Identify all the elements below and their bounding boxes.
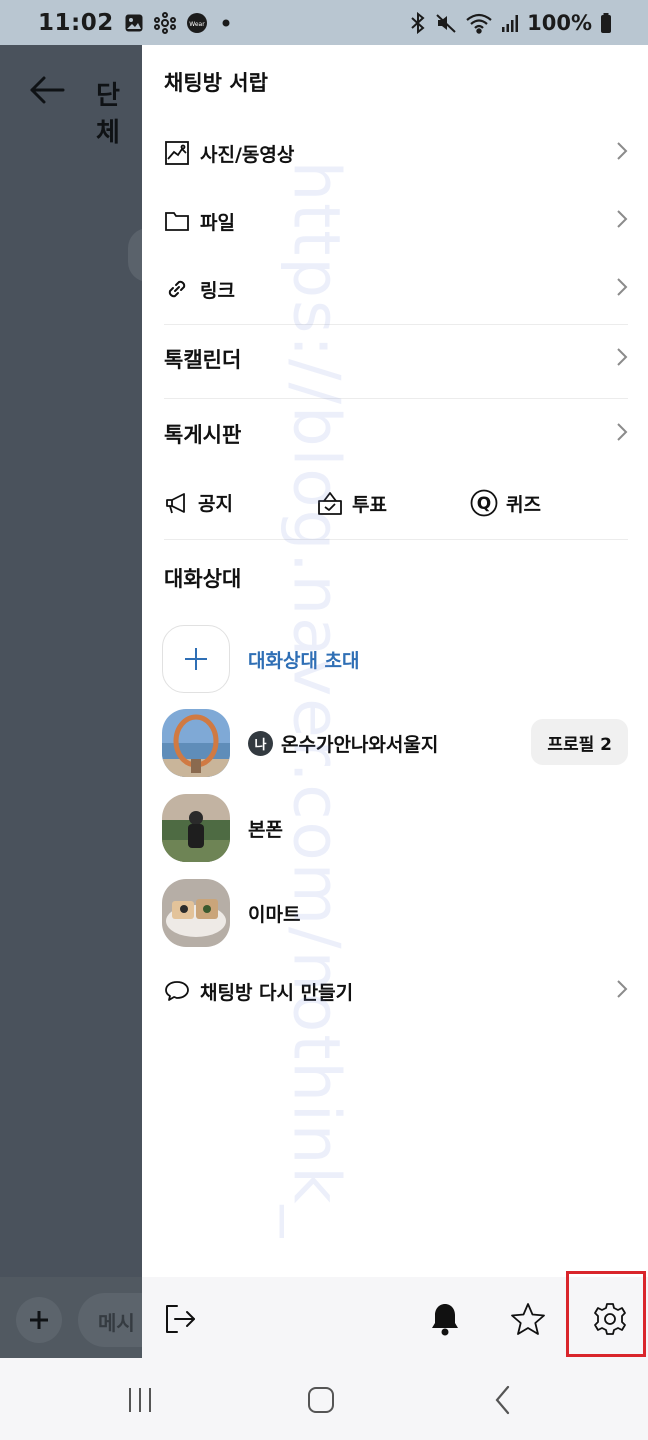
chevron-right-icon <box>616 347 628 371</box>
menu-label: 사진/동영상 <box>200 143 295 166</box>
avatar <box>162 879 230 947</box>
chat-input-bar: 메시 <box>0 1277 168 1358</box>
status-bar: 11:02 Wear 100% <box>0 0 648 45</box>
back-arrow-icon[interactable] <box>28 75 66 109</box>
menu-talk-calendar[interactable]: 톡캘린더 <box>142 341 648 377</box>
chevron-right-icon <box>616 277 628 301</box>
attach-plus-button[interactable] <box>16 1297 62 1343</box>
favorite-button[interactable] <box>506 1297 550 1341</box>
menu-link[interactable]: 링크 <box>142 271 648 307</box>
profile-switch-button[interactable]: 프로필 2 <box>531 719 628 765</box>
dot-icon <box>222 19 230 27</box>
avatar <box>162 794 230 862</box>
network-icon <box>153 11 176 34</box>
chevron-right-icon <box>616 422 628 446</box>
megaphone-icon <box>164 490 190 516</box>
invite-button[interactable] <box>162 625 230 693</box>
back-button[interactable] <box>481 1380 525 1420</box>
member-row[interactable]: 본폰 <box>162 794 628 862</box>
quick-actions: 공지 투표 Q 퀴즈 <box>142 489 648 533</box>
gallery-icon <box>124 13 144 33</box>
status-left-icons: Wear <box>124 11 230 34</box>
chat-title: 단체 <box>96 81 120 148</box>
mute-icon <box>435 12 457 34</box>
quiz-label: 퀴즈 <box>506 493 541 516</box>
invite-label: 대화상대 초대 <box>248 649 360 672</box>
image-icon <box>164 140 190 166</box>
recreate-label: 채팅방 다시 만들기 <box>200 981 354 1004</box>
speech-bubble-icon <box>164 979 190 1003</box>
battery-icon <box>600 12 612 34</box>
avatar <box>162 709 230 777</box>
signal-icon <box>501 13 519 33</box>
quiz-icon: Q <box>470 489 498 517</box>
notification-button[interactable] <box>423 1297 467 1341</box>
wear-icon: Wear <box>186 12 208 34</box>
system-navbar <box>0 1358 648 1440</box>
chat-background: 단체 메시 <box>0 45 168 1358</box>
chevron-right-icon <box>616 979 628 1003</box>
me-badge: 나 <box>248 730 273 756</box>
notice-button[interactable]: 공지 <box>164 489 233 516</box>
notice-label: 공지 <box>198 493 233 515</box>
wifi-icon <box>465 12 493 34</box>
divider <box>164 539 628 540</box>
chevron-right-icon <box>616 141 628 165</box>
member-name: 나 온수가안나와서울지 <box>248 730 438 757</box>
menu-file[interactable]: 파일 <box>142 203 648 239</box>
recents-icon <box>126 1386 154 1414</box>
vote-button[interactable]: 투표 <box>316 489 387 517</box>
home-icon <box>307 1386 335 1414</box>
battery-percent: 100% <box>527 10 592 35</box>
bluetooth-icon <box>409 11 427 34</box>
divider <box>164 324 628 325</box>
drawer-title: 채팅방 서랍 <box>164 71 268 95</box>
menu-label: 톡캘린더 <box>164 348 242 372</box>
settings-highlight <box>566 1271 646 1357</box>
folder-icon <box>164 209 190 233</box>
status-right-icons: 100% <box>409 11 612 35</box>
drawer-toolbar <box>142 1271 648 1358</box>
member-row-me[interactable]: 나 온수가안나와서울지 프로필 2 <box>162 709 628 777</box>
menu-talk-board[interactable]: 톡게시판 <box>142 416 648 452</box>
exit-icon <box>163 1302 197 1336</box>
recents-button[interactable] <box>118 1380 162 1420</box>
home-button[interactable] <box>299 1380 343 1420</box>
menu-label: 링크 <box>200 279 235 302</box>
quiz-glyph: Q <box>477 494 491 514</box>
back-nav-icon <box>493 1385 513 1415</box>
invite-member-row[interactable]: 대화상대 초대 <box>162 625 628 693</box>
member-name: 본폰 <box>248 818 283 841</box>
quiz-button[interactable]: Q 퀴즈 <box>470 489 541 517</box>
vote-label: 투표 <box>352 493 387 516</box>
bell-icon <box>429 1302 461 1336</box>
exit-button[interactable] <box>158 1297 202 1341</box>
vote-box-icon <box>316 489 344 517</box>
chevron-right-icon <box>616 209 628 233</box>
plus-icon <box>183 646 209 672</box>
star-icon <box>510 1302 546 1336</box>
recreate-chatroom[interactable]: 채팅방 다시 만들기 <box>142 973 648 1009</box>
member-row[interactable]: 이마트 <box>162 879 628 947</box>
divider <box>164 398 628 399</box>
menu-label: 파일 <box>200 211 235 234</box>
menu-label: 톡게시판 <box>164 423 242 447</box>
participants-title: 대화상대 <box>164 567 242 591</box>
link-icon <box>164 276 190 302</box>
chat-drawer: 채팅방 서랍 사진/동영상 파일 링크 톡캘린더 톡게시판 공지 투표 Q 퀴즈… <box>142 45 648 1358</box>
wear-label: Wear <box>189 21 205 28</box>
status-time: 11:02 <box>38 9 114 36</box>
member-name: 이마트 <box>248 903 301 926</box>
menu-photo-video[interactable]: 사진/동영상 <box>142 135 648 171</box>
member-name-text: 온수가안나와서울지 <box>281 733 439 756</box>
